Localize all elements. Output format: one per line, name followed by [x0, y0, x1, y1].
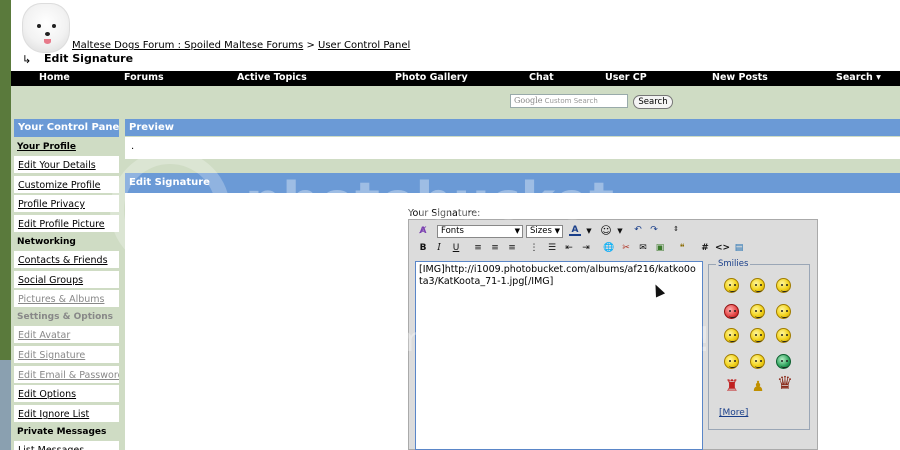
sidebar-item-edit-profile-picture[interactable]: Edit Profile Picture	[14, 215, 119, 233]
resize-toggle-icon[interactable]: ⇕	[670, 224, 682, 235]
control-panel-header: Your Control Panel	[14, 119, 123, 137]
redo-icon[interactable]: ↷	[648, 225, 660, 236]
sidebar-item-social-groups[interactable]: Social Groups	[14, 271, 119, 289]
underline-button[interactable]: U	[450, 243, 462, 254]
indent-icon[interactable]: ⇥	[580, 243, 592, 254]
site-logo[interactable]	[22, 3, 70, 53]
smiley-dancer-icon[interactable]: ♜	[724, 378, 740, 400]
align-center-icon[interactable]: ≡	[489, 243, 501, 254]
bold-button[interactable]: B	[417, 243, 429, 254]
nav-active-topics[interactable]: Active Topics	[237, 72, 307, 83]
italic-button[interactable]: I	[433, 243, 445, 254]
logo-nose	[45, 32, 50, 36]
smiley-love-icon[interactable]	[724, 304, 739, 319]
logo-eye	[37, 24, 41, 28]
wrap-php-icon[interactable]: ▤	[733, 243, 745, 254]
sidebar-item-edit-details[interactable]: Edit Your Details	[14, 156, 119, 174]
search-band	[11, 86, 900, 117]
nav-forums[interactable]: Forums	[124, 72, 164, 83]
more-smilies-link[interactable]: [More]	[719, 408, 748, 418]
logo-tongue	[44, 39, 51, 44]
watermark-logo-ring	[110, 150, 230, 270]
search-button[interactable]: Search	[633, 95, 673, 109]
left-window-edge-lower	[0, 360, 11, 450]
smiley-icon[interactable]	[750, 328, 765, 343]
page-title: Edit Signature	[44, 52, 134, 65]
nav-user-cp[interactable]: User CP	[605, 72, 647, 83]
insert-image-icon[interactable]: ▣	[654, 243, 666, 254]
google-search-input[interactable]: Google Custom Search	[510, 94, 628, 108]
align-left-icon[interactable]: ≡	[472, 243, 484, 254]
smiley-icon[interactable]	[776, 328, 791, 343]
ordered-list-icon[interactable]: ⋮	[528, 243, 540, 254]
sidebar-item-edit-ignore-list[interactable]: Edit Ignore List	[14, 405, 119, 423]
smiley-sick-icon[interactable]	[776, 354, 791, 369]
sidebar-item-pictures-albums[interactable]: Pictures & Albums	[14, 290, 119, 308]
sidebar-item-edit-email-password[interactable]: Edit Email & Password	[14, 366, 124, 384]
main-nav: Home Forums Active Topics Photo Gallery …	[11, 71, 900, 86]
quote-icon[interactable]: ❝	[676, 243, 688, 254]
insert-link-icon[interactable]: 🌐	[603, 243, 615, 254]
sidebar-section-networking: Networking	[14, 236, 119, 248]
smiley-icon[interactable]	[724, 278, 739, 293]
preview-content: .	[125, 137, 900, 159]
smilies-legend: Smilies	[716, 259, 751, 269]
watermark-tagline: Protect your memories for less!	[175, 320, 712, 360]
logo-eye	[52, 24, 56, 28]
sidebar-item-profile-privacy[interactable]: Profile Privacy	[14, 195, 119, 213]
unordered-list-icon[interactable]: ☰	[546, 243, 558, 254]
sidebar-item-edit-signature[interactable]: Edit Signature	[14, 346, 119, 364]
outdent-icon[interactable]: ⇤	[563, 243, 575, 254]
breadcrumb-forum-link[interactable]: Maltese Dogs Forum : Spoiled Maltese For…	[72, 40, 303, 51]
search-placeholder: Custom Search	[544, 97, 598, 105]
insert-email-icon[interactable]: ✉	[637, 243, 649, 254]
smiley-cool-icon[interactable]	[776, 278, 791, 293]
smiley-icon[interactable]	[724, 354, 739, 369]
sidebar-item-edit-avatar[interactable]: Edit Avatar	[14, 326, 119, 344]
nav-chat[interactable]: Chat	[529, 72, 554, 83]
sidebar-item-contacts-friends[interactable]: Contacts & Friends	[14, 251, 119, 269]
nav-search[interactable]: Search ▾	[836, 72, 881, 83]
chevron-down-icon[interactable]: ▼	[614, 226, 626, 237]
breadcrumb: Maltese Dogs Forum : Spoiled Maltese For…	[72, 40, 410, 51]
smiley-icon[interactable]	[776, 304, 791, 319]
preview-header: Preview	[125, 119, 900, 136]
undo-icon[interactable]: ↶	[632, 225, 644, 236]
smiley-icon[interactable]	[750, 304, 765, 319]
sidebar-item-customize-profile[interactable]: Customize Profile	[14, 176, 119, 194]
sidebar-section-your-profile[interactable]: Your Profile	[14, 141, 119, 153]
breadcrumb-arrow-icon: ↳	[22, 53, 32, 66]
align-right-icon[interactable]: ≡	[506, 243, 518, 254]
breadcrumb-ucp-link[interactable]: User Control Panel	[318, 40, 410, 51]
sidebar-item-edit-options[interactable]: Edit Options	[14, 385, 119, 403]
nav-new-posts[interactable]: New Posts	[712, 72, 768, 83]
breadcrumb-separator: >	[306, 40, 315, 51]
wrap-code-icon[interactable]: #	[699, 243, 711, 254]
smiley-laugh-icon[interactable]	[750, 354, 765, 369]
sidebar-section-private-messages: Private Messages	[14, 426, 119, 438]
smiley-banana-icon[interactable]: ♛	[772, 375, 798, 400]
smiley-tinfoil-icon[interactable]: ♟	[750, 380, 766, 402]
remove-link-icon[interactable]: ✂	[620, 243, 632, 254]
nav-photo-gallery[interactable]: Photo Gallery	[395, 72, 468, 83]
nav-home[interactable]: Home	[39, 72, 70, 83]
sidebar-section-settings: Settings & Options	[14, 311, 119, 323]
smiley-icon[interactable]	[724, 328, 739, 343]
wrap-html-icon[interactable]: <>	[715, 243, 730, 254]
google-logo-text: Google	[514, 96, 543, 105]
sidebar-item-list-messages[interactable]: List Messages	[14, 441, 119, 450]
smiley-icon[interactable]	[750, 278, 765, 293]
watermark-brand: photobucket	[245, 172, 614, 232]
